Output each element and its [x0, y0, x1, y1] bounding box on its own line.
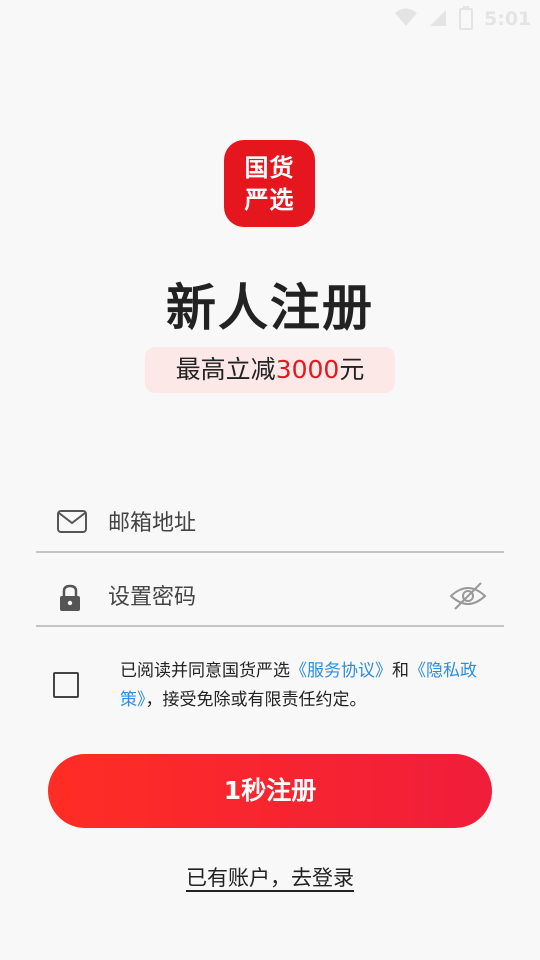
- register-button[interactable]: 1秒注册: [48, 754, 492, 828]
- page-title: 新人注册: [166, 279, 374, 337]
- service-agreement-link[interactable]: 《服务协议》: [290, 661, 392, 681]
- logo-text-line2: 严选: [244, 186, 295, 214]
- lock-icon: [56, 583, 84, 617]
- agreement-prefix: 已阅读并同意国货严选: [120, 661, 290, 681]
- agreement-and: 和: [392, 661, 409, 681]
- email-field[interactable]: [36, 495, 504, 553]
- status-time: 5:01: [484, 8, 532, 30]
- signal-icon: [428, 6, 448, 32]
- mail-icon: [56, 509, 88, 539]
- promo-badge: 最高立减3000元: [145, 347, 395, 393]
- register-screen: 5:01 国货 严选 新人注册 最高立减3000元 邮箱地址 已阅读并同意国货严…: [0, 0, 540, 960]
- login-link[interactable]: 已有账户，去登录: [0, 862, 540, 892]
- promo-prefix: 最高立减: [175, 355, 276, 384]
- password-field[interactable]: [36, 569, 504, 627]
- promo-amount: 3000: [275, 355, 340, 384]
- agreement-checkbox[interactable]: [53, 672, 79, 698]
- agreement-suffix: ，接受免除或有限责任约定。: [145, 690, 367, 710]
- wifi-icon: [394, 6, 418, 32]
- status-bar: 5:01: [0, 0, 540, 36]
- email-input[interactable]: [108, 503, 448, 543]
- agreement-text: 已阅读并同意国货严选《服务协议》和《隐私政策》，接受免除或有限责任约定。: [120, 657, 510, 715]
- eye-hidden-icon[interactable]: [449, 581, 487, 615]
- promo-suffix: 元: [339, 355, 365, 384]
- battery-icon: [459, 6, 473, 34]
- logo-text-line1: 国货: [244, 154, 295, 182]
- app-logo: 国货 严选: [224, 140, 315, 227]
- password-input[interactable]: [108, 577, 448, 617]
